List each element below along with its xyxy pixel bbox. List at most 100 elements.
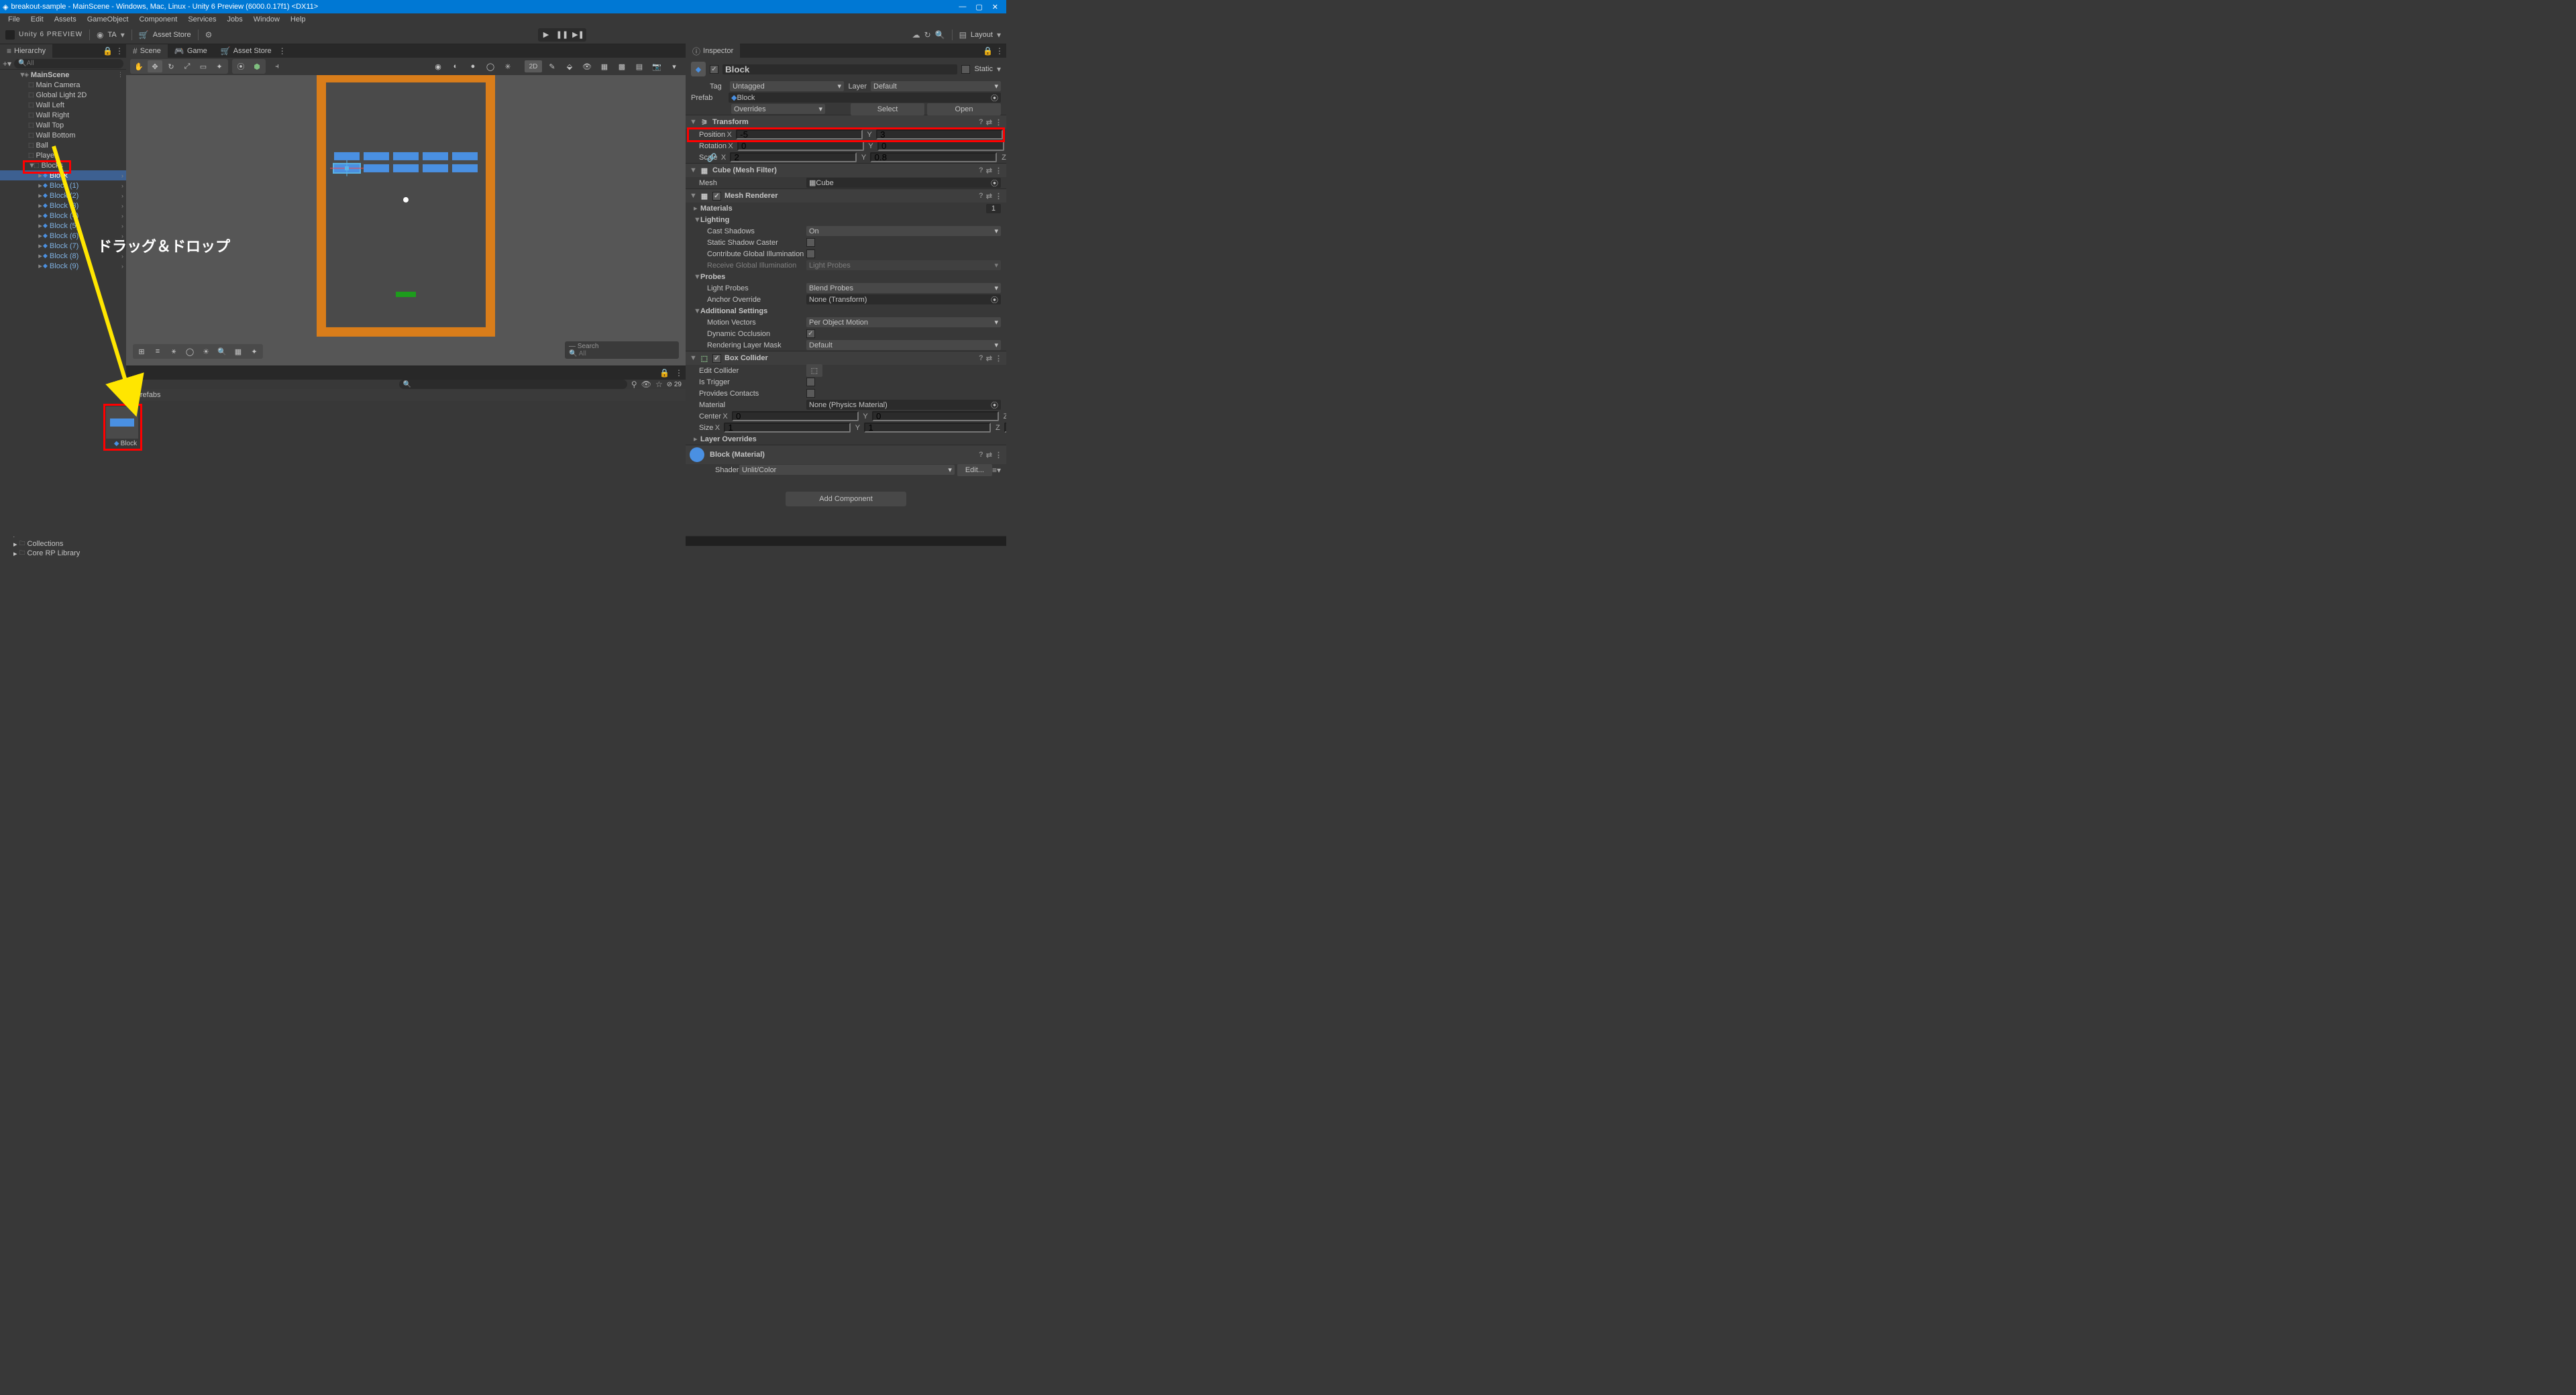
hierarchy-item[interactable]: ⬚Ball [0, 140, 126, 150]
hierarchy-item[interactable]: ⬚Wall Left [0, 100, 126, 110]
menu-component[interactable]: Component [133, 14, 182, 25]
inspector-menu-icon[interactable]: ⋮ [996, 46, 1004, 56]
probes-foldout[interactable]: Probes [700, 273, 725, 281]
gizmo-2-icon[interactable]: ▦ [597, 60, 612, 72]
material-header[interactable]: Block (Material) ?⇄⋮ [686, 445, 1006, 464]
component-menu-icon[interactable]: ⋮ [995, 118, 1002, 127]
hierarchy-block-item[interactable]: ▸◆Block (3)› [0, 201, 126, 211]
preset-icon[interactable]: ⇄ [986, 451, 992, 459]
account-icon[interactable]: ◉ [97, 30, 103, 40]
mesh-reference-field[interactable]: ▦ Cube⦿ [806, 178, 1001, 188]
scale-link-icon[interactable]: 🔗 [707, 153, 717, 162]
static-toggle[interactable] [961, 65, 970, 74]
meshfilter-component-header[interactable]: ▼▦ Cube (Mesh Filter) ?⇄⋮ [686, 163, 1006, 177]
play-button[interactable]: ▶ [538, 28, 554, 42]
help-icon[interactable]: ? [979, 451, 983, 459]
menu-file[interactable]: File [3, 14, 25, 25]
account-label[interactable]: TA [108, 31, 117, 39]
gameobject-active-toggle[interactable] [710, 65, 718, 74]
rotate-tool[interactable]: ↻ [164, 60, 178, 72]
help-icon[interactable]: ? [979, 354, 983, 363]
rect-tool[interactable]: ▭ [196, 60, 211, 72]
star-icon[interactable]: ☆ [655, 380, 663, 389]
layer-overrides-foldout[interactable]: Layer Overrides [700, 435, 757, 443]
scene-camera-icon[interactable]: ✎ [545, 60, 559, 72]
cart-icon[interactable]: 🛒 [139, 30, 149, 40]
hierarchy-blocks-parent[interactable]: ▼⬚Blocks [0, 160, 126, 170]
gizmo-4-icon[interactable]: ▤ [632, 60, 647, 72]
inspector-tab[interactable]: ⓘInspector [686, 44, 740, 59]
scale-tool[interactable]: ⤢ [180, 60, 195, 72]
scale-y-field[interactable] [870, 152, 997, 162]
hierarchy-item[interactable]: ⬚Main Camera [0, 80, 126, 90]
hierarchy-block-item[interactable]: ▸◆Block (2)› [0, 190, 126, 201]
dynamic-occlusion-toggle[interactable] [806, 329, 815, 338]
help-icon[interactable]: ? [979, 192, 983, 201]
component-menu-icon[interactable]: ⋮ [995, 166, 1002, 175]
tool-btn[interactable]: ⊞ [134, 345, 149, 357]
prefab-select-button[interactable]: Select [851, 103, 924, 115]
settings-gear-icon[interactable]: ⚙ [205, 30, 213, 40]
window-maximize-button[interactable]: ▢ [975, 3, 982, 11]
preset-icon[interactable]: ⇄ [986, 118, 992, 127]
renderer-enabled-toggle[interactable] [712, 192, 721, 201]
package-item[interactable]: ▸🗀Core RP Library [0, 549, 101, 558]
shading-mode-icon[interactable]: ◐ [448, 60, 463, 72]
game-tab[interactable]: 🎮Game [168, 44, 214, 58]
hierarchy-item[interactable]: ⬚Wall Top [0, 120, 126, 130]
help-icon[interactable]: ? [979, 166, 983, 175]
audio-icon[interactable]: ◯ [483, 60, 498, 72]
filter-icon[interactable]: ⚲ [631, 380, 637, 389]
scene-viewport[interactable]: ⊞ ≡ ⚹ ◯ ☀ 🔍 ▦ ✦ — Search 🔍 All [126, 75, 686, 366]
preset-icon[interactable]: ⇄ [986, 354, 992, 363]
prefab-open-button[interactable]: Open [927, 103, 1001, 115]
light-probes-dropdown[interactable]: Blend Probes▾ [806, 283, 1001, 293]
2d-toggle[interactable]: 2D [525, 60, 542, 72]
material-edit-button[interactable]: Edit... [957, 464, 992, 476]
camera-icon[interactable]: 📷 [649, 60, 664, 72]
hierarchy-block-item[interactable]: ▸◆Block (5)› [0, 221, 126, 231]
prefab-reference-field[interactable]: ◆ Block⦿ [729, 93, 1001, 103]
transform-tool[interactable]: ✦ [212, 60, 227, 72]
size-y-field[interactable] [864, 423, 991, 433]
materials-foldout[interactable]: Materials [700, 205, 733, 213]
center-y-field[interactable] [872, 411, 999, 421]
pause-button[interactable]: ❚❚ [554, 28, 570, 42]
prefab-asset-block[interactable]: ◆Block [106, 406, 145, 447]
hierarchy-block-item[interactable]: ▸◆Block (7)› [0, 241, 126, 251]
tool-btn[interactable]: 🔍 [215, 345, 229, 357]
position-y-field[interactable] [876, 129, 1003, 140]
hierarchy-add-button[interactable]: +▾ [3, 59, 11, 68]
fx-icon[interactable]: ✳ [500, 60, 515, 72]
history-icon[interactable]: ↻ [924, 30, 931, 40]
component-menu-icon[interactable]: ⋮ [995, 451, 1002, 459]
size-x-field[interactable] [724, 423, 851, 433]
project-breadcrumb[interactable]: Assets > Prefabs [101, 389, 686, 401]
tool-btn[interactable]: ☀ [199, 345, 213, 357]
hierarchy-lock-icon[interactable]: 🔒 [103, 46, 113, 56]
static-shadow-toggle[interactable] [806, 238, 815, 247]
component-menu-icon[interactable]: ⋮ [995, 192, 1002, 201]
window-minimize-button[interactable]: — [959, 3, 966, 11]
physics-material-field[interactable]: None (Physics Material)⦿ [806, 400, 1001, 410]
step-button[interactable]: ▶❚ [570, 28, 586, 42]
menu-assets[interactable]: Assets [49, 14, 82, 25]
collider-enabled-toggle[interactable] [712, 354, 721, 363]
menu-jobs[interactable]: Jobs [222, 14, 248, 25]
tag-dropdown[interactable]: Untagged▾ [730, 81, 844, 91]
center-x-field[interactable] [732, 411, 859, 421]
hierarchy-item[interactable]: ⬚Global Light 2D [0, 90, 126, 100]
asset-store-tab[interactable]: 🛒Asset Store [214, 44, 278, 58]
edit-collider-button[interactable]: ⬚ [806, 364, 822, 377]
scene-tab[interactable]: #Scene [126, 44, 168, 58]
gameobject-name-field[interactable] [722, 64, 957, 74]
visibility-icon[interactable]: 👁 [641, 380, 651, 389]
scene-menu-icon[interactable]: ⋮ [278, 46, 286, 56]
hierarchy-block-item[interactable]: ▸◆Block (4)› [0, 211, 126, 221]
hierarchy-block-item[interactable]: ▸◆Block (1)› [0, 180, 126, 190]
scene-root[interactable]: ▼◈MainScene⋮ [0, 70, 126, 80]
menu-edit[interactable]: Edit [25, 14, 49, 25]
hierarchy-block-item[interactable]: ▸◆Block (6)› [0, 231, 126, 241]
layer-dropdown[interactable]: Default▾ [871, 81, 1001, 91]
motion-vectors-dropdown[interactable]: Per Object Motion▾ [806, 317, 1001, 327]
